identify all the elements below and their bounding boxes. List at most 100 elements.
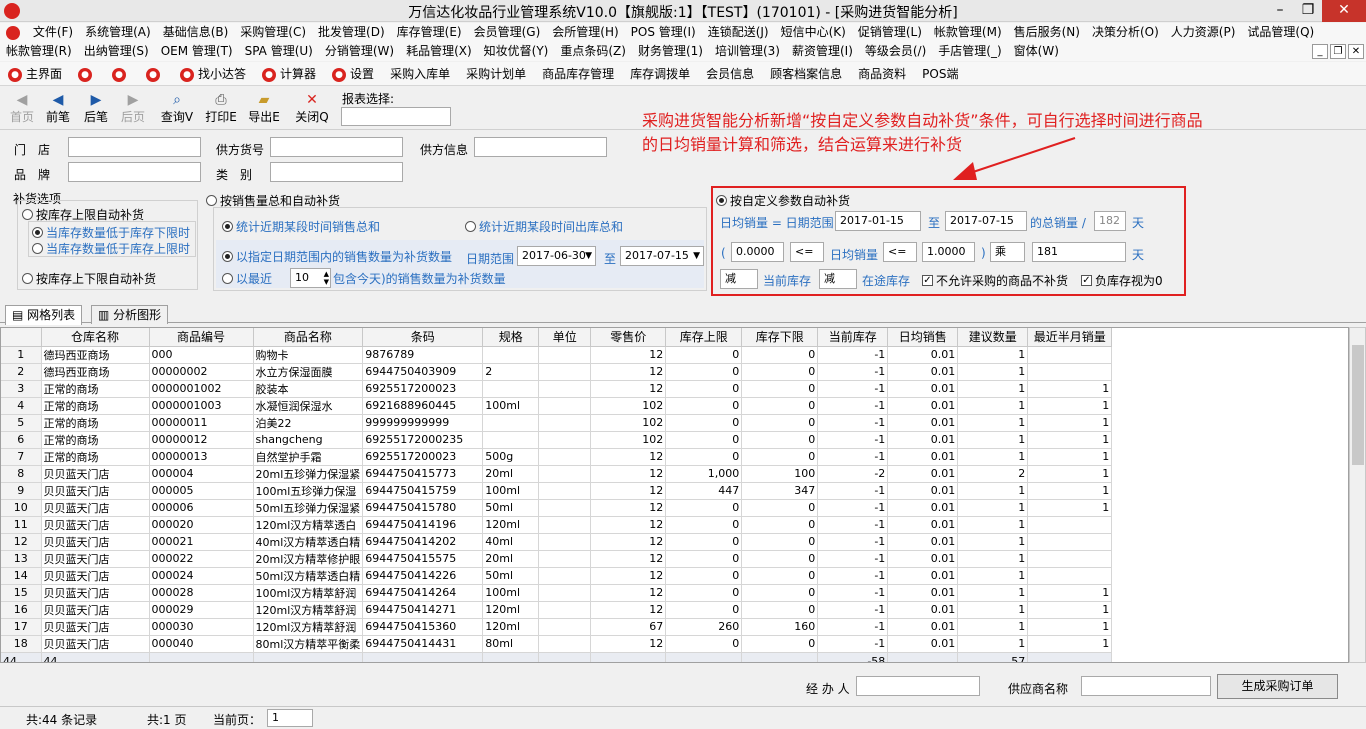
table-row[interactable]: 2 德玛西亚商场 00000002 水立方保湿面膜 6944750403909 2 12 0 0… xyxy=(1,363,1113,381)
minimize-button[interactable]: – xyxy=(1266,0,1294,22)
avg-lower-input[interactable]: 0.0000 xyxy=(731,242,784,262)
column-header[interactable]: 库存下限 xyxy=(741,328,819,347)
menu-item[interactable]: 基础信息(B) xyxy=(157,23,235,42)
menu-item[interactable]: 连锁配送(J) xyxy=(702,23,775,42)
menu-item[interactable]: 重点条码(Z) xyxy=(554,42,632,61)
category-input[interactable] xyxy=(270,162,403,182)
shortcut-item[interactable]: 商品库存管理 xyxy=(534,62,622,86)
lock-icon-button[interactable]: ● xyxy=(70,62,104,86)
radio-custom-params[interactable]: 按自定义参数自动补货 xyxy=(716,192,850,209)
column-header[interactable]: 日均销售 xyxy=(887,328,959,347)
radio-below-upper[interactable]: 当库存数量低于库存上限时 xyxy=(32,240,190,257)
column-header[interactable]: 库存上限 xyxy=(665,328,743,347)
column-header[interactable]: 建议数量 xyxy=(957,328,1029,347)
shortcut-item[interactable]: 顾客档案信息 xyxy=(762,62,850,86)
menu-item[interactable]: 手店管理(_) xyxy=(932,42,1007,61)
shortcut-item[interactable]: 采购计划单 xyxy=(458,62,534,86)
table-row[interactable]: 16 贝贝蓝天门店 000029 120ml汉方精萃舒润 6944750414271 12… xyxy=(1,601,1113,619)
column-header[interactable]: 当前库存 xyxy=(817,328,889,347)
current-page-input[interactable]: 1 xyxy=(267,709,313,727)
custom-date-to-input[interactable]: 2017-07-15 xyxy=(945,211,1027,231)
mdi-minimize-button[interactable]: _ xyxy=(1312,44,1328,59)
app-menu-icon[interactable] xyxy=(6,25,20,40)
query-button[interactable]: ⌕ 查询V xyxy=(159,92,195,125)
radio-below-lower[interactable]: 当库存数量低于库存下限时 xyxy=(32,224,190,241)
checkbox-no-purchase[interactable]: ✓ 不允许采购的商品不补货 xyxy=(922,272,1068,289)
menu-item[interactable]: 帐款管理(M) xyxy=(928,23,1008,42)
store-input[interactable] xyxy=(68,137,201,157)
shortcut-item[interactable]: 库存调拨单 xyxy=(622,62,698,86)
menu-item[interactable]: 库存管理(E) xyxy=(391,23,468,42)
handler-input[interactable] xyxy=(856,676,980,696)
menu-item[interactable]: 试品管理(Q) xyxy=(1241,23,1320,42)
menu-item[interactable]: 窗体(W) xyxy=(1008,42,1065,61)
table-row[interactable]: 5 正常的商场 00000011 泊美22 999999999999 102 0 0 -1 0.0… xyxy=(1,414,1113,432)
menu-item[interactable]: 售后服务(N) xyxy=(1008,23,1086,42)
menu-item[interactable]: 文件(F) xyxy=(27,23,79,42)
menu-item[interactable]: 帐款管理(R) xyxy=(0,42,78,61)
next-record-button[interactable]: ▶ 后笔 xyxy=(78,92,114,125)
radio-recent-days[interactable]: 以最近 xyxy=(222,270,272,287)
table-row[interactable]: 17 贝贝蓝天门店 000030 120ml汉方精萃舒润 6944750415360 12… xyxy=(1,618,1113,636)
menu-item[interactable]: 促销管理(L) xyxy=(852,23,928,42)
menu-item[interactable]: 等级会员(/) xyxy=(859,42,932,61)
table-row[interactable]: 8 贝贝蓝天门店 000004 20ml五珍弹力保湿紧 6944750415773 20m… xyxy=(1,465,1113,483)
restore-button[interactable]: ❐ xyxy=(1294,0,1322,22)
column-header[interactable]: 零售价 xyxy=(590,328,667,347)
menu-item[interactable]: 分销管理(W) xyxy=(319,42,400,61)
supplier-info-input[interactable] xyxy=(474,137,607,157)
menu-item[interactable]: POS 管理(I) xyxy=(625,23,702,42)
sales-date-to-select[interactable]: 2017-07-15 ▼ xyxy=(620,246,704,266)
generate-order-button[interactable]: 生成采购订单 xyxy=(1217,674,1338,699)
chat-icon-button[interactable]: ● xyxy=(104,62,138,86)
menu-item[interactable]: 耗品管理(X) xyxy=(400,42,478,61)
last-page-button[interactable]: ▶ 后页 xyxy=(115,92,151,125)
table-row[interactable]: 13 贝贝蓝天门店 000022 20ml汉方精萃修护眼 6944750415575 20… xyxy=(1,550,1113,568)
shortcut-item[interactable]: 商品资料 xyxy=(850,62,914,86)
multiply-days-input[interactable]: 181 xyxy=(1032,242,1126,262)
avg-upper-input[interactable]: 1.0000 xyxy=(922,242,975,262)
radio-recent-out-total[interactable]: 统计近期某段时间出库总和 xyxy=(465,218,623,235)
mdi-close-button[interactable]: ✕ xyxy=(1348,44,1364,59)
radio-recent-sales-total[interactable]: 统计近期某段时间销售总和 xyxy=(222,218,380,235)
menu-item[interactable]: 出纳管理(S) xyxy=(78,42,155,61)
menu-item[interactable]: 系统管理(A) xyxy=(79,23,157,42)
shortcut-item[interactable]: 会员信息 xyxy=(698,62,762,86)
shortcut-item[interactable]: POS端 xyxy=(914,62,966,86)
tab-analysis-chart[interactable]: ▥ 分析图形 xyxy=(91,305,169,324)
column-header[interactable]: 条码 xyxy=(362,328,484,347)
menu-item[interactable]: 人力资源(P) xyxy=(1165,23,1242,42)
first-page-button[interactable]: ◀ 首页 xyxy=(4,92,40,125)
supplier-no-input[interactable] xyxy=(270,137,403,157)
menu-item[interactable]: 采购管理(C) xyxy=(234,23,312,42)
shortcut-item[interactable]: ● 找小达答 xyxy=(172,62,254,86)
table-row[interactable]: 9 贝贝蓝天门店 000005 100ml五珍弹力保湿 6944750415759 100… xyxy=(1,482,1113,500)
table-row[interactable]: 10 贝贝蓝天门店 000006 50ml五珍弹力保湿紧 6944750415780 50… xyxy=(1,499,1113,517)
table-row[interactable]: 12 贝贝蓝天门店 000021 40ml汉方精萃透白精 6944750414202 40… xyxy=(1,533,1113,551)
menu-item[interactable]: 会员管理(G) xyxy=(468,23,547,42)
table-row[interactable]: 7 正常的商场 00000013 自然堂护手霜 6925517200023 500g 12 0… xyxy=(1,448,1113,466)
table-row[interactable]: 1 德玛西亚商场 000 购物卡 9876789 12 0 0 -1 0.01 1 xyxy=(1,346,1113,364)
supplier-name-input[interactable] xyxy=(1081,676,1211,696)
op2-select[interactable]: <= xyxy=(883,242,917,262)
shortcut-item[interactable]: ● 主界面 xyxy=(0,62,70,86)
op1-select[interactable]: <= xyxy=(790,242,824,262)
checkbox-negative-zero[interactable]: ✓ 负库存视为0 xyxy=(1081,272,1163,289)
menu-item[interactable]: OEM 管理(T) xyxy=(155,42,239,61)
column-header[interactable]: 最近半月销量 xyxy=(1027,328,1113,347)
shortcut-item[interactable]: ● 计算器 xyxy=(254,62,324,86)
minus1-select[interactable]: 减 xyxy=(720,269,758,289)
table-row[interactable]: 11 贝贝蓝天门店 000020 120ml汉方精萃透白 6944750414196 12… xyxy=(1,516,1113,534)
grid-vertical-scrollbar[interactable] xyxy=(1349,327,1366,663)
days-count-input[interactable]: 182 xyxy=(1094,211,1126,231)
table-row[interactable]: 18 贝贝蓝天门店 000040 80ml汉方精萃平衡柔 6944750414431 80… xyxy=(1,635,1113,653)
prev-record-button[interactable]: ◀ 前笔 xyxy=(40,92,76,125)
table-row[interactable]: 14 贝贝蓝天门店 000024 50ml汉方精萃透白精 6944750414226 50… xyxy=(1,567,1113,585)
menu-item[interactable]: 薪资管理(I) xyxy=(786,42,859,61)
menu-item[interactable]: 培训管理(3) xyxy=(709,42,786,61)
export-button[interactable]: ▰ 导出E xyxy=(246,92,282,125)
menu-item[interactable]: 财务管理(1) xyxy=(632,42,709,61)
column-header[interactable] xyxy=(1,328,42,347)
report-select-input[interactable] xyxy=(341,107,451,126)
column-header[interactable]: 商品名称 xyxy=(253,328,364,347)
